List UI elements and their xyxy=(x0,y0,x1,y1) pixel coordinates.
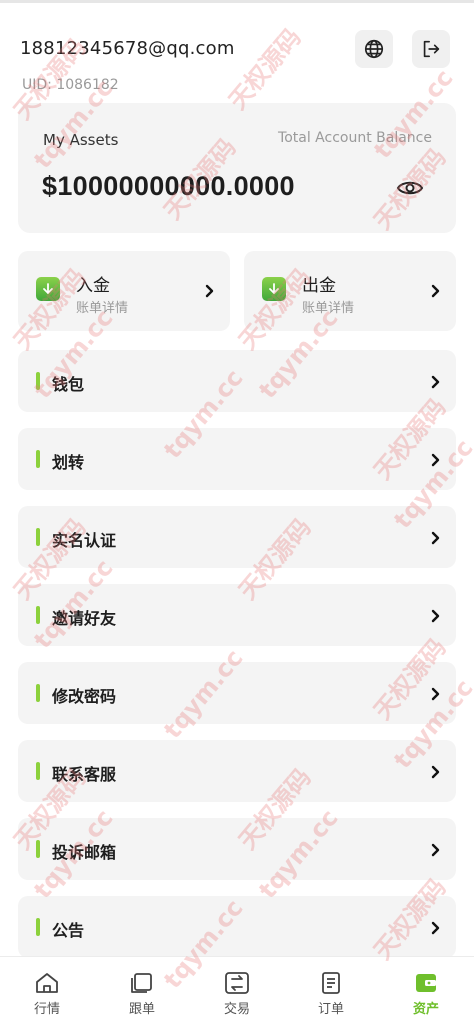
logout-button[interactable] xyxy=(412,30,450,68)
assets-subtitle: Total Account Balance xyxy=(278,130,432,146)
accent-bar xyxy=(36,450,40,468)
accent-bar xyxy=(36,528,40,546)
bottom-tab-bar: 行情 跟单 交易 订单 资产 xyxy=(0,956,474,1024)
withdraw-title: 出金 xyxy=(302,276,336,296)
deposit-button[interactable]: 入金 账单详情 xyxy=(18,251,230,331)
accent-bar xyxy=(36,372,40,390)
globe-icon xyxy=(364,39,384,59)
menu-item-label: 联系客服 xyxy=(52,765,117,784)
chevron-right-icon xyxy=(431,921,440,935)
watermark: 天权源码 xyxy=(223,23,307,115)
menu-item-complaint-email[interactable]: 投诉邮箱 xyxy=(18,818,456,880)
tab-label: 订单 xyxy=(317,1002,344,1017)
tab-assets[interactable]: 资产 xyxy=(396,971,456,1017)
accent-bar xyxy=(36,684,40,702)
toggle-visibility-button[interactable] xyxy=(396,177,424,203)
chevron-right-icon xyxy=(431,765,440,779)
menu-item-verification[interactable]: 实名认证 xyxy=(18,506,456,568)
menu-item-announcements[interactable]: 公告 xyxy=(18,896,456,958)
tab-label: 跟单 xyxy=(128,1002,155,1017)
wallet-icon xyxy=(416,974,436,992)
chevron-right-icon xyxy=(431,375,440,389)
tab-trade[interactable]: 交易 xyxy=(207,971,267,1017)
menu-item-change-password[interactable]: 修改密码 xyxy=(18,662,456,724)
menu-item-transfer[interactable]: 划转 xyxy=(18,428,456,490)
tab-label: 资产 xyxy=(412,1002,439,1017)
menu-item-label: 钱包 xyxy=(52,375,85,394)
deposit-icon xyxy=(36,277,60,301)
tab-label: 行情 xyxy=(33,1002,60,1017)
home-icon xyxy=(36,973,58,993)
deposit-subtitle: 账单详情 xyxy=(76,301,129,316)
menu-item-label: 邀请好友 xyxy=(52,609,117,628)
orders-icon xyxy=(322,972,340,994)
copy-icon xyxy=(131,973,152,993)
user-email: 18812345678@qq.com xyxy=(20,38,235,59)
deposit-title: 入金 xyxy=(76,276,110,296)
tab-label: 交易 xyxy=(223,1002,250,1017)
accent-bar xyxy=(36,606,40,624)
menu-item-label: 修改密码 xyxy=(52,687,117,706)
chevron-right-icon xyxy=(431,609,440,623)
menu-item-label: 投诉邮箱 xyxy=(52,843,117,862)
chevron-right-icon xyxy=(205,284,214,298)
logout-icon xyxy=(423,40,440,58)
withdraw-icon xyxy=(262,277,286,301)
chevron-right-icon xyxy=(431,531,440,545)
swap-icon xyxy=(225,972,249,994)
top-divider xyxy=(0,0,474,3)
menu-item-label: 划转 xyxy=(52,453,85,472)
language-button[interactable] xyxy=(355,30,393,68)
accent-bar xyxy=(36,918,40,936)
accent-bar xyxy=(36,762,40,780)
tab-market[interactable]: 行情 xyxy=(17,971,77,1017)
menu-item-invite[interactable]: 邀请好友 xyxy=(18,584,456,646)
menu-item-wallet[interactable]: 钱包 xyxy=(18,350,456,412)
withdraw-button[interactable]: 出金 账单详情 xyxy=(244,251,456,331)
tab-orders[interactable]: 订单 xyxy=(301,971,361,1017)
menu-item-support[interactable]: 联系客服 xyxy=(18,740,456,802)
accent-bar xyxy=(36,840,40,858)
chevron-right-icon xyxy=(431,687,440,701)
tab-copy-trading[interactable]: 跟单 xyxy=(112,971,172,1017)
withdraw-subtitle: 账单详情 xyxy=(302,301,355,316)
chevron-right-icon xyxy=(431,453,440,467)
menu-item-label: 实名认证 xyxy=(52,531,117,550)
assets-title: My Assets xyxy=(43,131,119,149)
eye-icon xyxy=(396,181,424,195)
menu-item-label: 公告 xyxy=(52,921,85,940)
chevron-right-icon xyxy=(431,284,440,298)
chevron-right-icon xyxy=(431,843,440,857)
assets-card: My Assets Total Account Balance $1000000… xyxy=(18,103,456,233)
user-uid: UID: 1086182 xyxy=(22,77,119,93)
assets-amount: $10000000000.0000 xyxy=(42,171,295,201)
